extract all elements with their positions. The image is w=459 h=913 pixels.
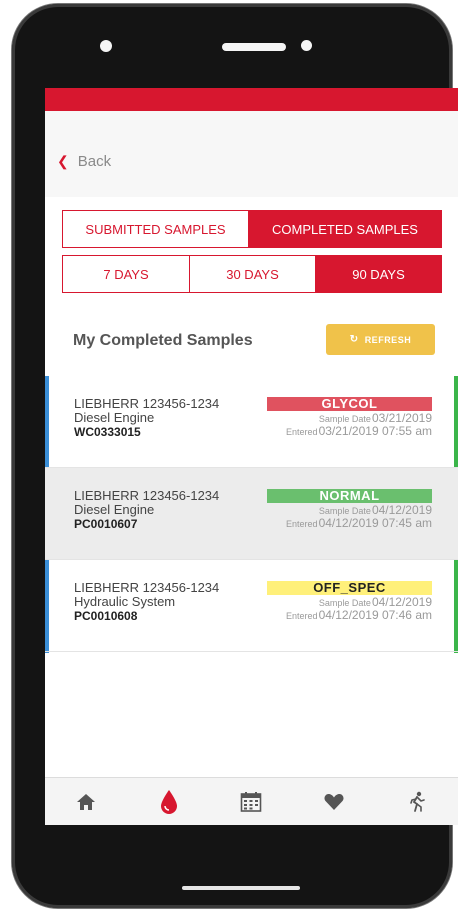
equipment-name: LIEBHERR 123456-1234 xyxy=(74,488,220,503)
app-screen: ❮ Back SUBMITTED SAMPLES COMPLETED SAMPL… xyxy=(45,88,458,825)
section-title: My Completed Samples xyxy=(73,332,253,349)
chevron-left-icon: ❮ xyxy=(57,153,69,169)
entered-date: Entered03/21/2019 07:55 am xyxy=(286,425,432,439)
samples-list: LIEBHERR 123456-1234 Diesel Engine WC033… xyxy=(45,376,458,653)
sample-type-segmented-control: SUBMITTED SAMPLES COMPLETED SAMPLES xyxy=(62,210,442,248)
tab-favorites[interactable] xyxy=(314,782,354,822)
bottom-tab-bar xyxy=(45,777,458,825)
entered-date: Entered04/12/2019 07:46 am xyxy=(286,609,432,623)
tab-7-days[interactable]: 7 DAYS xyxy=(63,256,189,292)
equipment-name: LIEBHERR 123456-1234 xyxy=(74,580,220,595)
equipment-name: LIEBHERR 123456-1234 xyxy=(74,396,220,411)
tab-completed-samples[interactable]: COMPLETED SAMPLES xyxy=(248,211,441,247)
tab-activity[interactable] xyxy=(397,782,437,822)
tab-30-days[interactable]: 30 DAYS xyxy=(189,256,315,292)
tab-home[interactable] xyxy=(66,782,106,822)
status-badge: OFF_SPEC xyxy=(267,581,432,595)
sample-date-label: Sample Date xyxy=(318,598,371,608)
nav-bar: ❮ Back xyxy=(45,111,458,197)
sample-date-label: Sample Date xyxy=(318,414,371,424)
entered-label: Entered xyxy=(286,519,318,529)
earpiece-speaker xyxy=(222,43,286,51)
sample-list-item[interactable]: LIEBHERR 123456-1234 Diesel Engine PC001… xyxy=(45,468,458,560)
calendar-icon xyxy=(241,792,262,812)
heart-icon xyxy=(324,793,344,810)
sample-date-label: Sample Date xyxy=(318,506,371,516)
refresh-icon: ↻ xyxy=(349,334,359,345)
running-person-icon xyxy=(409,791,425,812)
tab-samples[interactable] xyxy=(149,782,189,822)
status-badge: GLYCOL xyxy=(267,397,432,411)
sample-date-value: 04/12/2019 xyxy=(371,595,432,609)
sample-list-item[interactable]: LIEBHERR 123456-1234 Hydraulic System PC… xyxy=(45,560,458,652)
entered-value: 04/12/2019 07:45 am xyxy=(318,516,432,530)
component-name: Diesel Engine xyxy=(74,410,155,425)
entered-label: Entered xyxy=(286,611,318,621)
refresh-label: REFRESH xyxy=(364,334,412,345)
sample-date-value: 03/21/2019 xyxy=(371,411,432,425)
status-badge: NORMAL xyxy=(267,489,432,503)
status-bar xyxy=(45,88,458,111)
oil-drop-icon xyxy=(160,790,177,814)
back-button[interactable]: ❮ Back xyxy=(57,153,111,170)
phone-frame: ❮ Back SUBMITTED SAMPLES COMPLETED SAMPL… xyxy=(12,4,458,908)
sample-list-item[interactable]: LIEBHERR 123456-1234 Diesel Engine WC033… xyxy=(45,376,458,468)
back-label: Back xyxy=(77,153,112,170)
tab-90-days[interactable]: 90 DAYS xyxy=(315,256,441,292)
home-indicator[interactable] xyxy=(182,886,300,890)
entered-value: 04/12/2019 07:46 am xyxy=(318,608,432,622)
date-range-segmented-control: 7 DAYS 30 DAYS 90 DAYS xyxy=(62,255,442,293)
entered-date: Entered04/12/2019 07:45 am xyxy=(286,517,432,531)
tab-schedule[interactable] xyxy=(231,782,271,822)
sample-id: PC0010607 xyxy=(74,517,138,531)
sample-id: WC0333015 xyxy=(74,425,141,439)
component-name: Hydraulic System xyxy=(74,594,176,609)
component-name: Diesel Engine xyxy=(74,502,155,517)
refresh-button[interactable]: ↻ REFRESH xyxy=(326,324,435,355)
entered-label: Entered xyxy=(286,427,318,437)
sample-date-value: 04/12/2019 xyxy=(371,503,432,517)
entered-value: 03/21/2019 07:55 am xyxy=(318,424,432,438)
sample-id: PC0010608 xyxy=(74,609,138,623)
front-camera xyxy=(100,40,112,52)
proximity-sensor xyxy=(301,40,312,51)
home-icon xyxy=(77,794,96,810)
tab-submitted-samples[interactable]: SUBMITTED SAMPLES xyxy=(63,211,248,247)
